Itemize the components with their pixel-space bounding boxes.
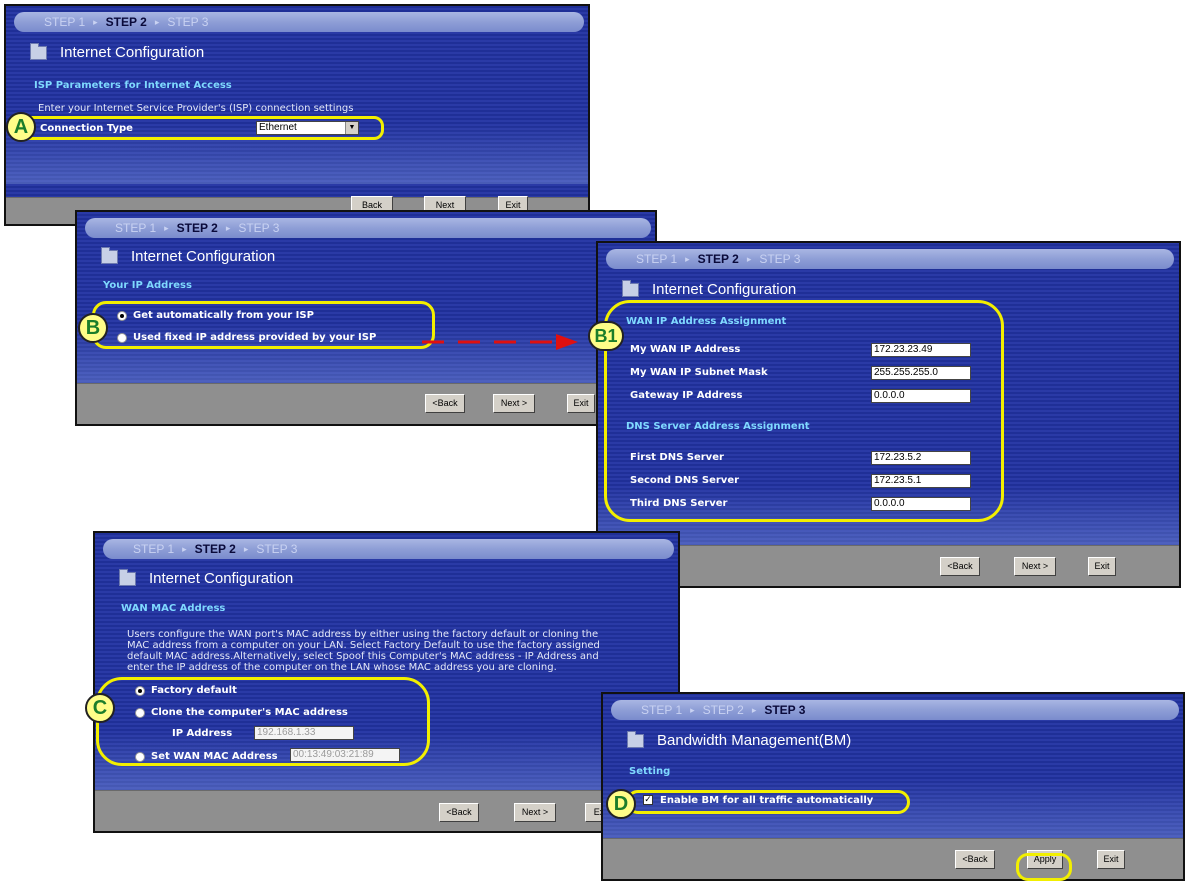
section-heading: WAN MAC Address xyxy=(121,603,226,614)
intro-text: Enter your Internet Service Provider's (… xyxy=(38,103,354,114)
marker-d: D xyxy=(606,789,636,819)
highlight-wan-ip-assignment xyxy=(604,300,1004,522)
step-2-current: STEP 2 xyxy=(105,15,147,29)
step-2-current: STEP 2 xyxy=(697,252,739,266)
step-2-current: STEP 2 xyxy=(176,221,218,235)
highlight-connection-type xyxy=(20,116,384,140)
step-1: STEP 1 xyxy=(133,542,175,556)
folder-icon xyxy=(622,279,639,297)
step-3: STEP 3 xyxy=(759,252,801,266)
description-line: Users configure the WAN port's MAC addre… xyxy=(127,629,599,640)
back-button[interactable]: <Back xyxy=(955,850,995,869)
marker-b1: B1 xyxy=(588,321,624,351)
next-button[interactable]: Next > xyxy=(493,394,535,413)
step-3: STEP 3 xyxy=(238,221,280,235)
page-title: Internet Configuration xyxy=(622,279,796,298)
back-button[interactable]: <Back xyxy=(439,803,479,822)
step-1: STEP 1 xyxy=(44,15,86,29)
step-3: STEP 3 xyxy=(167,15,209,29)
step-bar: STEP 1 ▸ STEP 2 ▸ STEP 3 xyxy=(103,539,674,559)
dashed-arrow-icon xyxy=(422,334,578,350)
step-2: STEP 2 xyxy=(702,703,744,717)
step-arrow: ▸ xyxy=(243,543,249,554)
exit-button[interactable]: Exit xyxy=(567,394,595,413)
exit-button[interactable]: Exit xyxy=(1097,850,1125,869)
folder-icon xyxy=(627,730,644,748)
step-arrow: ▸ xyxy=(751,704,757,715)
step-bar: STEP 1 ▸ STEP 2 ▸ STEP 3 xyxy=(606,249,1174,269)
step-2-current: STEP 2 xyxy=(194,542,236,556)
step-bar: STEP 1 ▸ STEP 2 ▸ STEP 3 xyxy=(611,700,1179,720)
step-bar: STEP 1 ▸ STEP 2 ▸ STEP 3 xyxy=(14,12,584,32)
next-button[interactable]: Next > xyxy=(1014,557,1056,576)
step-1: STEP 1 xyxy=(641,703,683,717)
step-1: STEP 1 xyxy=(636,252,678,266)
button-bar: <Back Next > Ex xyxy=(95,790,678,831)
folder-icon xyxy=(119,568,136,586)
page-title: Internet Configuration xyxy=(119,568,293,587)
highlight-apply-button xyxy=(1016,853,1072,881)
back-button[interactable]: <Back xyxy=(425,394,465,413)
description-line: default MAC address.Alternatively, selec… xyxy=(127,651,599,662)
step-arrow: ▸ xyxy=(690,704,695,715)
step-3: STEP 3 xyxy=(256,542,298,556)
page-title: Internet Configuration xyxy=(30,42,204,61)
marker-c: C xyxy=(85,693,115,723)
description-line: enter the IP address of the computer on … xyxy=(127,662,557,673)
step-arrow: ▸ xyxy=(182,543,187,554)
button-bar: <Back Next > Exit xyxy=(77,383,655,424)
highlight-mac-options xyxy=(96,677,430,766)
marker-a: A xyxy=(6,112,36,142)
folder-icon xyxy=(101,246,118,264)
panel-bandwidth-management: STEP 1 ▸ STEP 2 ▸ STEP 3 Bandwidth Managem… xyxy=(601,692,1185,881)
step-bar: STEP 1 ▸ STEP 2 ▸ STEP 3 xyxy=(85,218,651,238)
step-arrow: ▸ xyxy=(685,253,690,264)
step-arrow: ▸ xyxy=(93,16,98,27)
section-heading: Setting xyxy=(629,766,671,777)
highlight-enable-bm xyxy=(626,790,910,814)
step-3-current: STEP 3 xyxy=(764,703,806,717)
description-line: MAC address from a computer on your LAN.… xyxy=(127,640,600,651)
step-arrow: ▸ xyxy=(225,222,231,233)
highlight-ip-options xyxy=(92,301,435,349)
page-title: Internet Configuration xyxy=(101,246,275,265)
step-1: STEP 1 xyxy=(115,221,157,235)
panel-isp-parameters: STEP 1 ▸ STEP 2 ▸ STEP 3 Internet Configur… xyxy=(4,4,590,226)
marker-b: B xyxy=(78,313,108,343)
button-bar: <Back Apply Exit xyxy=(603,838,1183,879)
step-arrow: ▸ xyxy=(154,16,160,27)
section-heading: Your IP Address xyxy=(103,280,192,291)
back-button[interactable]: <Back xyxy=(940,557,980,576)
button-bar: <Back Next > Exit xyxy=(598,545,1179,586)
step-arrow: ▸ xyxy=(164,222,169,233)
next-button[interactable]: Next > xyxy=(514,803,556,822)
section-heading: ISP Parameters for Internet Access xyxy=(34,80,232,91)
exit-button[interactable]: Exit xyxy=(1088,557,1116,576)
step-arrow: ▸ xyxy=(746,253,752,264)
page-title: Bandwidth Management(BM) xyxy=(627,730,851,749)
folder-icon xyxy=(30,42,47,60)
